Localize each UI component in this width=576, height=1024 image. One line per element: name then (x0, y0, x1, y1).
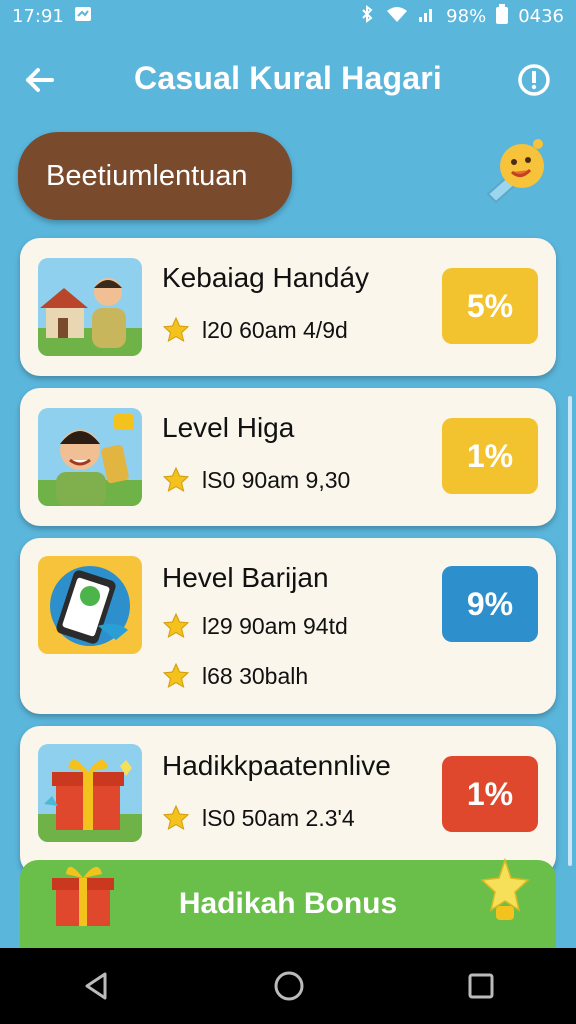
battery-icon (496, 3, 509, 29)
list-item-meta-text: l68 30balh (202, 662, 309, 689)
system-nav-bar (0, 948, 576, 1024)
bonus-label: Hadikah Bonus (178, 887, 398, 920)
status-bar: 17:91 98% 0436 (0, 0, 576, 32)
bonus-button[interactable]: Hadikah Bonus (20, 858, 556, 948)
list-item-meta: l29 90am 94td (162, 612, 348, 640)
smartphone-thumbnail-icon (38, 556, 142, 654)
list-item-meta-text: l29 90am 94td (202, 612, 348, 639)
nav-back-icon[interactable] (81, 971, 111, 1001)
back-arrow-icon (26, 68, 54, 92)
house-thumbnail-icon (38, 258, 142, 356)
notification-icon (74, 5, 92, 28)
app-bar: Casual Kural Hagari (0, 40, 576, 116)
list-item-title: Kebaiag Handáy (162, 262, 370, 293)
list-item-title: Hadikkpaatennlive (162, 750, 391, 781)
person-phone-thumbnail-icon (38, 408, 142, 506)
category-chip[interactable]: Beetiumlentuan (18, 132, 292, 220)
gift-box-thumbnail-icon (38, 744, 142, 842)
status-clock-right: 0436 (518, 5, 564, 27)
list-item-title: Level Higa (162, 412, 295, 443)
signal-icon (418, 5, 436, 28)
percent-badge: 5% (442, 268, 538, 344)
nav-recents-icon[interactable] (467, 972, 495, 1000)
star-icon (162, 612, 190, 639)
bluetooth-off-icon (358, 4, 376, 28)
list-item-meta: lS0 50am 2.3'4 (162, 804, 355, 832)
star-icon (162, 466, 190, 493)
list-item-title: Hevel Barijan (162, 562, 329, 593)
status-time: 17:91 (12, 5, 64, 27)
gift-icon (52, 866, 114, 926)
scrollbar[interactable] (568, 396, 572, 866)
list-item-meta: l20 60am 4/9d (162, 316, 348, 344)
category-chip-label: Beetiumlentuan (46, 159, 248, 192)
star-icon (162, 316, 190, 343)
list-item[interactable]: Level Higa lS0 90am 9,30 1% (20, 388, 556, 526)
star-character-icon (480, 858, 530, 920)
list-item[interactable]: Hevel Barijan l29 90am 94td l68 30balh 9… (20, 538, 556, 714)
back-button[interactable] (18, 58, 62, 102)
percent-badge: 1% (442, 756, 538, 832)
status-battery-percent: 98% (446, 5, 487, 27)
list-item-meta-text: lS0 90am 9,30 (202, 466, 351, 493)
percent-badge: 9% (442, 566, 538, 642)
info-button[interactable] (512, 58, 556, 102)
mascot-icon (486, 139, 544, 204)
list-item[interactable]: Hadikkpaatennlive lS0 50am 2.3'4 1% (20, 726, 556, 876)
star-icon (162, 804, 190, 831)
star-icon (162, 662, 190, 689)
list-item-meta-text: l20 60am 4/9d (202, 316, 348, 343)
list-item-meta-text: lS0 50am 2.3'4 (202, 804, 355, 831)
nav-home-icon[interactable] (273, 970, 305, 1002)
wifi-icon (386, 5, 408, 28)
info-icon (518, 64, 550, 96)
list-item-meta: lS0 90am 9,30 (162, 466, 350, 494)
percent-badge: 1% (442, 418, 538, 494)
list-item[interactable]: Kebaiag Handáy l20 60am 4/9d 5% (20, 238, 556, 376)
page-title: Casual Kural Hagari (134, 59, 442, 96)
list-item-meta: l68 30balh (162, 662, 308, 690)
